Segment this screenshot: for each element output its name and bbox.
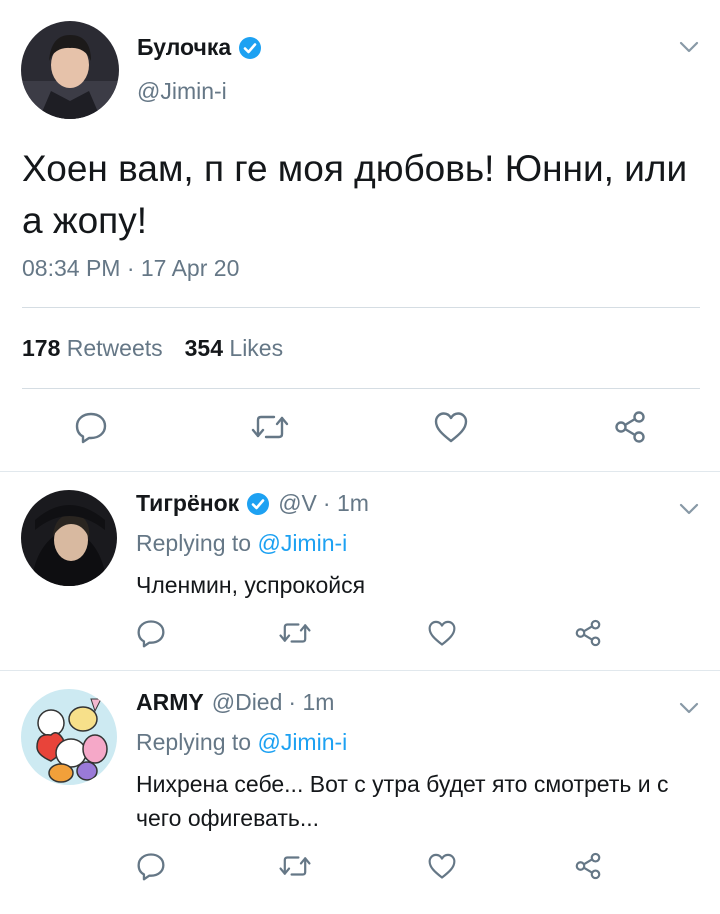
like-button[interactable] — [425, 618, 459, 652]
likes-stat[interactable]: 354 Likes — [185, 335, 283, 362]
divider — [22, 388, 700, 389]
replying-to-label: Replying to — [136, 530, 252, 556]
reply-time: · 1m — [288, 689, 335, 715]
reply-button[interactable] — [134, 851, 168, 885]
verified-badge-icon — [246, 492, 270, 516]
reply-button[interactable] — [72, 410, 110, 448]
reply-icon — [136, 618, 166, 653]
reply-author-handle[interactable]: @Died — [212, 689, 283, 716]
retweets-stat[interactable]: 178 Retweets — [22, 335, 163, 362]
reply-author-handle[interactable]: @V — [278, 490, 317, 517]
author-avatar[interactable] — [21, 21, 119, 119]
tweet-stats: 178 Retweets 354 Likes — [22, 335, 283, 362]
reply-author-name[interactable]: ARMY — [136, 689, 204, 716]
retweet-icon — [278, 618, 312, 653]
reply-avatar[interactable] — [21, 490, 117, 586]
retweets-label: Retweets — [66, 335, 163, 361]
reply-header: ARMY @Died · 1m — [136, 689, 334, 716]
reply-tweet[interactable]: ARMY @Died · 1m Replying to @Jimin-i Них… — [0, 671, 720, 914]
replying-to-label: Replying to — [136, 729, 252, 755]
reply-tweet[interactable]: Тигрёнок @V · 1m Replying to @Jimin-i Чл… — [0, 472, 720, 669]
author-name-text: Булочка — [137, 34, 232, 60]
share-icon — [612, 409, 648, 450]
reply-icon — [136, 851, 166, 886]
likes-count: 354 — [184, 335, 224, 361]
like-button[interactable] — [431, 410, 471, 448]
share-button[interactable] — [571, 618, 605, 652]
tweet-timestamp[interactable]: 08:34 PM · 17 Apr 20 — [22, 255, 239, 282]
replying-to: Replying to @Jimin-i — [136, 530, 347, 557]
like-icon — [427, 852, 457, 885]
reply-header: Тигрёнок @V · 1m — [136, 490, 369, 517]
chevron-down-icon[interactable] — [678, 701, 700, 715]
reply-time: · 1m — [322, 490, 369, 516]
tweet-text: Хоен вам, п ге моя дюбовь! Юнни, или а ж… — [22, 148, 688, 241]
likes-label: Likes — [229, 335, 284, 361]
share-button[interactable] — [571, 851, 605, 885]
retweet-icon — [250, 410, 290, 449]
chevron-down-icon[interactable] — [678, 40, 700, 54]
chevron-down-icon[interactable] — [678, 502, 700, 516]
retweet-button[interactable] — [277, 851, 313, 885]
reply-button[interactable] — [134, 618, 168, 652]
retweets-count: 178 — [22, 335, 61, 361]
reply-text: Нихрена себе... Вот с утра будет ято смо… — [136, 771, 669, 831]
reply-text: Членмин, успрокойся — [136, 572, 366, 598]
retweet-button[interactable] — [250, 410, 290, 448]
author-name[interactable]: Булочка — [137, 34, 262, 61]
share-button[interactable] — [610, 410, 650, 448]
replying-to-handle[interactable]: @Jimin-i — [257, 530, 347, 556]
verified-badge-icon — [238, 36, 262, 60]
like-icon — [433, 410, 469, 449]
divider — [22, 307, 700, 308]
replying-to-handle[interactable]: @Jimin-i — [257, 729, 347, 755]
retweet-button[interactable] — [277, 618, 313, 652]
share-icon — [573, 618, 603, 653]
retweet-icon — [278, 851, 312, 886]
share-icon — [573, 851, 603, 886]
main-tweet: Булочка @Jimin-i Хоен вам, п ге моя дюбо… — [0, 0, 720, 470]
reply-avatar[interactable] — [21, 689, 117, 785]
replying-to: Replying to @Jimin-i — [136, 729, 347, 756]
author-handle[interactable]: @Jimin-i — [137, 78, 227, 105]
reply-author-name[interactable]: Тигрёнок — [136, 490, 239, 517]
reply-icon — [74, 410, 108, 449]
like-button[interactable] — [425, 851, 459, 885]
like-icon — [427, 619, 457, 652]
